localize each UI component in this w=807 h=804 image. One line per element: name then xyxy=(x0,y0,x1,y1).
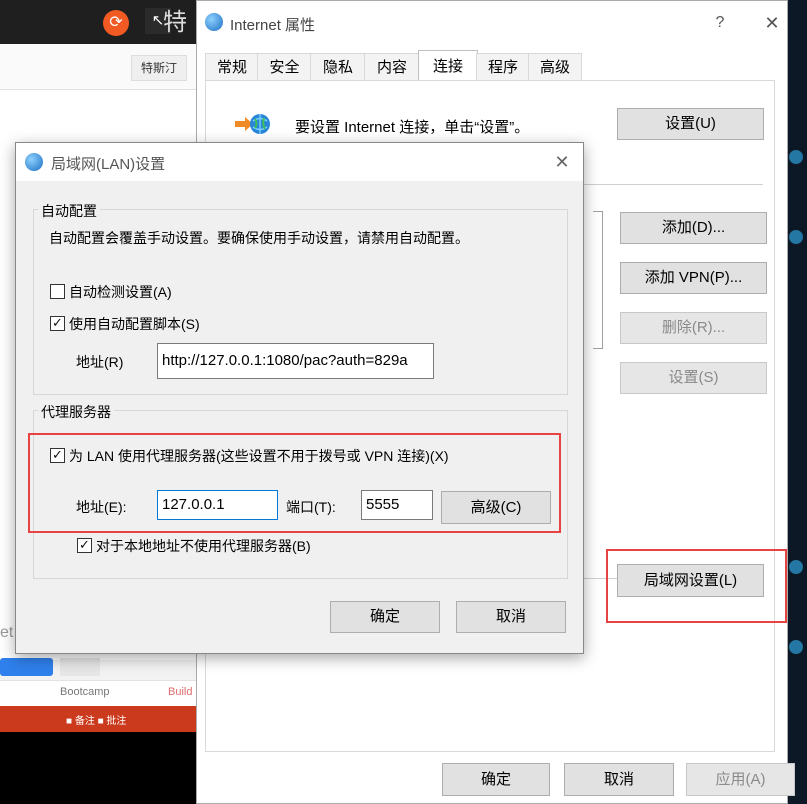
background-gray-bar[interactable] xyxy=(60,658,100,676)
add-connection-button[interactable]: 添加(D)... xyxy=(620,212,767,244)
background-side-text: et xyxy=(0,624,14,641)
auto-config-description: 自动配置会覆盖手动设置。要确保使用手动设置，请禁用自动配置。 xyxy=(49,230,469,246)
remove-connection-button[interactable]: 删除(R)... xyxy=(620,312,767,344)
globe-icon xyxy=(205,13,223,31)
close-icon[interactable]: ✕ xyxy=(550,150,574,174)
auto-config-group-title: 自动配置 xyxy=(38,201,100,221)
use-script-label[interactable]: 使用自动配置脚本(S) xyxy=(69,314,200,334)
use-script-checkbox[interactable]: ✓ xyxy=(50,316,65,331)
ok-button[interactable]: 确定 xyxy=(442,763,550,796)
window-title: Internet 属性 xyxy=(230,17,316,34)
background-right-strip xyxy=(785,0,807,804)
connection-wizard-icon xyxy=(235,114,270,134)
refresh-icon[interactable]: ⟳ xyxy=(103,10,129,36)
background-black-area xyxy=(0,732,200,804)
background-blue-bar[interactable] xyxy=(0,658,53,676)
auto-detect-checkbox[interactable] xyxy=(50,284,65,299)
dialog-title: 局域网(LAN)设置 xyxy=(51,156,166,173)
script-address-label: 地址(R) xyxy=(76,354,124,370)
connection-settings-button[interactable]: 设置(S) xyxy=(620,362,767,394)
tab-general[interactable]: 常规 xyxy=(205,53,259,81)
lan-settings-highlight xyxy=(606,549,787,623)
lan-cancel-button[interactable]: 取消 xyxy=(456,601,566,633)
tab-programs[interactable]: 程序 xyxy=(476,53,530,81)
tab-advanced[interactable]: 高级 xyxy=(528,53,582,81)
proxy-group-title: 代理服务器 xyxy=(38,402,114,422)
glow-dot xyxy=(789,560,803,574)
apply-button[interactable]: 应用(A) xyxy=(686,763,795,796)
add-vpn-button[interactable]: 添加 VPN(P)... xyxy=(620,262,767,294)
build-label[interactable]: Build xyxy=(168,686,192,698)
tab-security[interactable]: 安全 xyxy=(257,53,312,81)
globe-icon xyxy=(25,153,43,171)
background-title-fragment: 特 xyxy=(163,9,187,36)
glow-dot xyxy=(789,640,803,654)
auto-detect-label[interactable]: 自动检测设置(A) xyxy=(69,282,172,302)
tab-privacy[interactable]: 隐私 xyxy=(310,53,366,81)
lan-settings-dialog: 局域网(LAN)设置 ✕ 自动配置 自动配置会覆盖手动设置。要确保使用手动设置，… xyxy=(15,142,584,654)
glow-dot xyxy=(789,230,803,244)
help-icon[interactable]: ? xyxy=(708,11,732,35)
bypass-local-label[interactable]: 对于本地地址不使用代理服务器(B) xyxy=(96,536,311,556)
script-address-field[interactable]: http://127.0.0.1:1080/pac?auth=829a xyxy=(157,343,434,379)
background-taskbar-text: ■ 备注 ■ 批注 xyxy=(66,716,127,727)
tab-content[interactable]: 内容 xyxy=(364,53,420,81)
glow-dot xyxy=(789,150,803,164)
proxy-settings-highlight xyxy=(28,433,561,533)
setup-instruction: 要设置 Internet 连接，单击“设置”。 xyxy=(295,119,530,136)
cancel-button[interactable]: 取消 xyxy=(564,763,674,796)
setup-button[interactable]: 设置(U) xyxy=(617,108,764,140)
bypass-local-checkbox[interactable]: ✓ xyxy=(77,538,92,553)
bootcamp-label[interactable]: Bootcamp xyxy=(60,686,110,698)
tab-connections[interactable]: 连接 xyxy=(418,50,478,82)
background-tab-button[interactable]: 特斯汀 xyxy=(131,55,187,81)
dialup-connections-list[interactable] xyxy=(593,211,603,349)
lan-ok-button[interactable]: 确定 xyxy=(330,601,440,633)
close-icon[interactable]: ✕ xyxy=(760,11,784,35)
